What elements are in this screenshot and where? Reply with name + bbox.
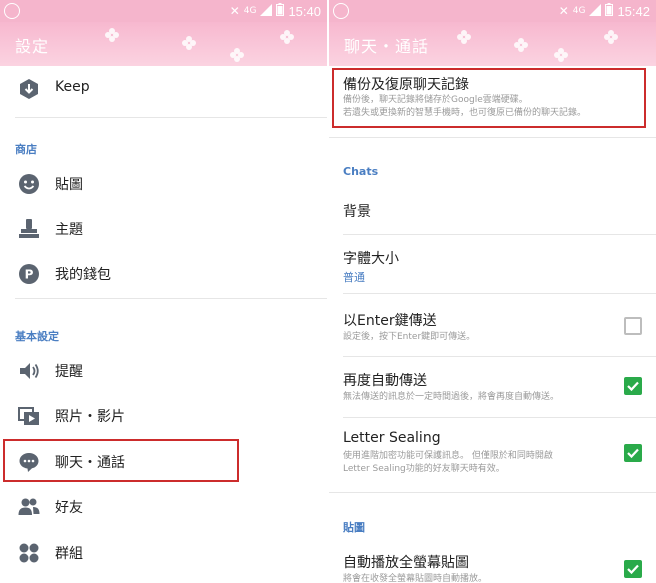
section-header-basic-settings: 基本設定 [15, 330, 59, 343]
settings-item-keep[interactable]: Keep [0, 66, 327, 111]
settings-item-label: 提醒 [55, 364, 83, 380]
chats-calls-screen: ✕ 4G 15:42 聊天・通話 備份及復原聊天記錄 備份後，聊天記錄將儲存於G… [329, 0, 656, 583]
sakura-decoration-icon [182, 36, 196, 50]
autoplay-stickers-checkbox[interactable] [624, 560, 642, 578]
groups-icon [19, 543, 39, 563]
setting-description: 將會在收發全螢幕貼圖時自動播放。 [343, 574, 488, 583]
settings-item-label: 群組 [55, 546, 83, 562]
auto-resend-checkbox[interactable] [624, 377, 642, 395]
status-bar: ✕ 4G 15:42 [329, 0, 656, 22]
setting-value: 普通 [343, 271, 365, 284]
app-header: 聊天・通話 [329, 22, 656, 66]
setting-description: 設定後，按下Enter鍵即可傳送。 [343, 332, 476, 342]
theme-icon [19, 219, 39, 238]
section-header-stickers: 貼圖 [343, 521, 365, 534]
setting-title: 自動播放全螢幕貼圖 [343, 555, 469, 571]
settings-item-label: 貼圖 [55, 177, 83, 193]
page-title: 設定 [15, 37, 50, 56]
section-header-chats: Chats [343, 165, 379, 178]
letter-sealing-item[interactable]: Letter Sealing 使用進階加密功能可保護訊息。 但僅限於和同時開啟 … [329, 418, 656, 490]
settings-item-notifications[interactable]: 提醒 [0, 348, 327, 393]
checkmark-icon [627, 564, 639, 575]
enter-to-send-checkbox[interactable] [624, 317, 642, 335]
letter-sealing-checkbox[interactable] [624, 444, 642, 462]
settings-item-photos-videos[interactable]: 照片・影片 [0, 393, 327, 438]
status-bar: ✕ 4G 15:40 [0, 0, 327, 22]
divider [329, 492, 656, 493]
divider [329, 137, 656, 138]
highlight-box [3, 439, 239, 482]
enter-to-send-item[interactable]: 以Enter鍵傳送 設定後，按下Enter鍵即可傳送。 [329, 294, 656, 356]
svg-text:P: P [25, 268, 34, 282]
friends-icon [18, 498, 40, 515]
setting-title: Letter Sealing [343, 430, 441, 446]
battery-icon [605, 3, 614, 19]
battery-icon [276, 3, 285, 19]
settings-screen: ✕ 4G 15:40 設定 Keep 商店 貼圖 主題 P 我的錢包 基本設定 … [0, 0, 327, 583]
section-header-shop: 商店 [15, 143, 37, 156]
status-time: 15:40 [288, 3, 321, 19]
settings-item-label: 照片・影片 [55, 409, 125, 425]
page-title: 聊天・通話 [344, 37, 430, 56]
sakura-decoration-icon [457, 30, 471, 44]
settings-item-groups[interactable]: 群組 [0, 530, 327, 575]
mute-icon: ✕ [558, 4, 569, 18]
sticker-icon [19, 174, 39, 194]
keep-icon [20, 79, 38, 99]
setting-title: 字體大小 [343, 251, 399, 267]
settings-item-stickers[interactable]: 貼圖 [0, 161, 327, 206]
sakura-decoration-icon [230, 48, 244, 62]
settings-item-label: Keep [55, 79, 90, 95]
line-app-status-icon [333, 3, 349, 19]
sakura-decoration-icon [280, 30, 294, 44]
settings-item-wallet[interactable]: P 我的錢包 [0, 251, 327, 296]
network-icon: 4G [572, 6, 586, 16]
photo-video-icon [18, 407, 39, 425]
speaker-icon [20, 363, 39, 379]
background-item[interactable]: 背景 [329, 190, 656, 234]
divider [15, 298, 327, 299]
setting-title: 背景 [343, 204, 371, 220]
signal-icon [260, 3, 273, 19]
sakura-decoration-icon [514, 38, 528, 52]
setting-description: 無法傳送的訊息於一定時間過後，將會再度自動傳送。 [343, 392, 560, 402]
signal-icon [589, 3, 602, 19]
font-size-item[interactable]: 字體大小 普通 [329, 235, 656, 293]
divider [15, 117, 327, 118]
setting-title: 再度自動傳送 [343, 373, 427, 389]
settings-item-themes[interactable]: 主題 [0, 206, 327, 251]
setting-description: Letter Sealing功能的好友聊天時有效。 [343, 464, 505, 474]
status-time: 15:42 [617, 3, 650, 19]
sakura-decoration-icon [604, 30, 618, 44]
sakura-decoration-icon [554, 48, 568, 62]
mute-icon: ✕ [229, 4, 240, 18]
setting-description: 使用進階加密功能可保護訊息。 但僅限於和同時開啟 [343, 451, 553, 461]
settings-item-label: 我的錢包 [55, 267, 111, 283]
line-app-status-icon [4, 3, 20, 19]
highlight-box [332, 68, 646, 128]
auto-resend-item[interactable]: 再度自動傳送 無法傳送的訊息於一定時間過後，將會再度自動傳送。 [329, 357, 656, 417]
network-icon: 4G [243, 6, 257, 16]
settings-item-label: 好友 [55, 500, 83, 516]
wallet-icon: P [19, 264, 39, 284]
sakura-decoration-icon [105, 28, 119, 42]
checkmark-icon [627, 381, 639, 392]
autoplay-stickers-item[interactable]: 自動播放全螢幕貼圖 將會在收發全螢幕貼圖時自動播放。 [329, 541, 656, 583]
settings-item-friends[interactable]: 好友 [0, 484, 327, 529]
settings-item-label: 主題 [55, 222, 83, 238]
checkmark-icon [627, 448, 639, 459]
setting-title: 以Enter鍵傳送 [343, 313, 437, 329]
app-header: 設定 [0, 22, 327, 66]
